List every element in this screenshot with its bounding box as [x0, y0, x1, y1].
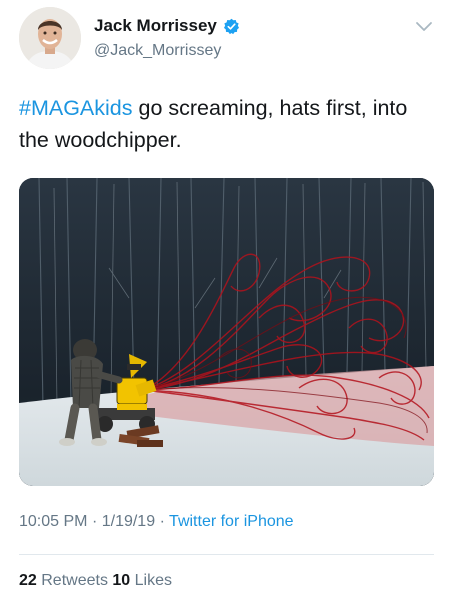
tweet-source-link[interactable]: Twitter for iPhone [169, 513, 294, 530]
author-name-row[interactable]: Jack Morrissey [94, 15, 240, 37]
tweet-date[interactable]: 1/19/19 [102, 513, 155, 530]
retweets-stat[interactable]: 22 Retweets [19, 572, 108, 589]
hashtag-link[interactable]: #MAGAkids [19, 96, 133, 120]
retweets-count: 22 [19, 572, 37, 589]
tweet-stats: 22 Retweets 10 Likes [19, 572, 172, 590]
likes-stat[interactable]: 10 Likes [112, 572, 172, 589]
likes-label: Likes [134, 572, 173, 589]
meta-separator-1: · [91, 513, 98, 530]
tweet-text: #MAGAkids go screaming, hats first, into… [19, 92, 439, 156]
likes-count: 10 [112, 572, 131, 589]
author-handle[interactable]: @Jack_Morrissey [94, 42, 221, 60]
chevron-down-icon[interactable] [414, 20, 434, 34]
author-display-name[interactable]: Jack Morrissey [94, 16, 217, 36]
stats-divider [19, 554, 434, 555]
tweet-media-image[interactable] [19, 178, 434, 486]
avatar[interactable] [19, 7, 81, 69]
tweet-time[interactable]: 10:05 PM [19, 513, 87, 530]
meta-separator-2: · [159, 513, 165, 530]
verified-badge-icon [223, 18, 240, 35]
retweets-label: Retweets [41, 572, 108, 589]
tweet-metadata: 10:05 PM · 1/19/19 · Twitter for iPhone [19, 513, 294, 531]
